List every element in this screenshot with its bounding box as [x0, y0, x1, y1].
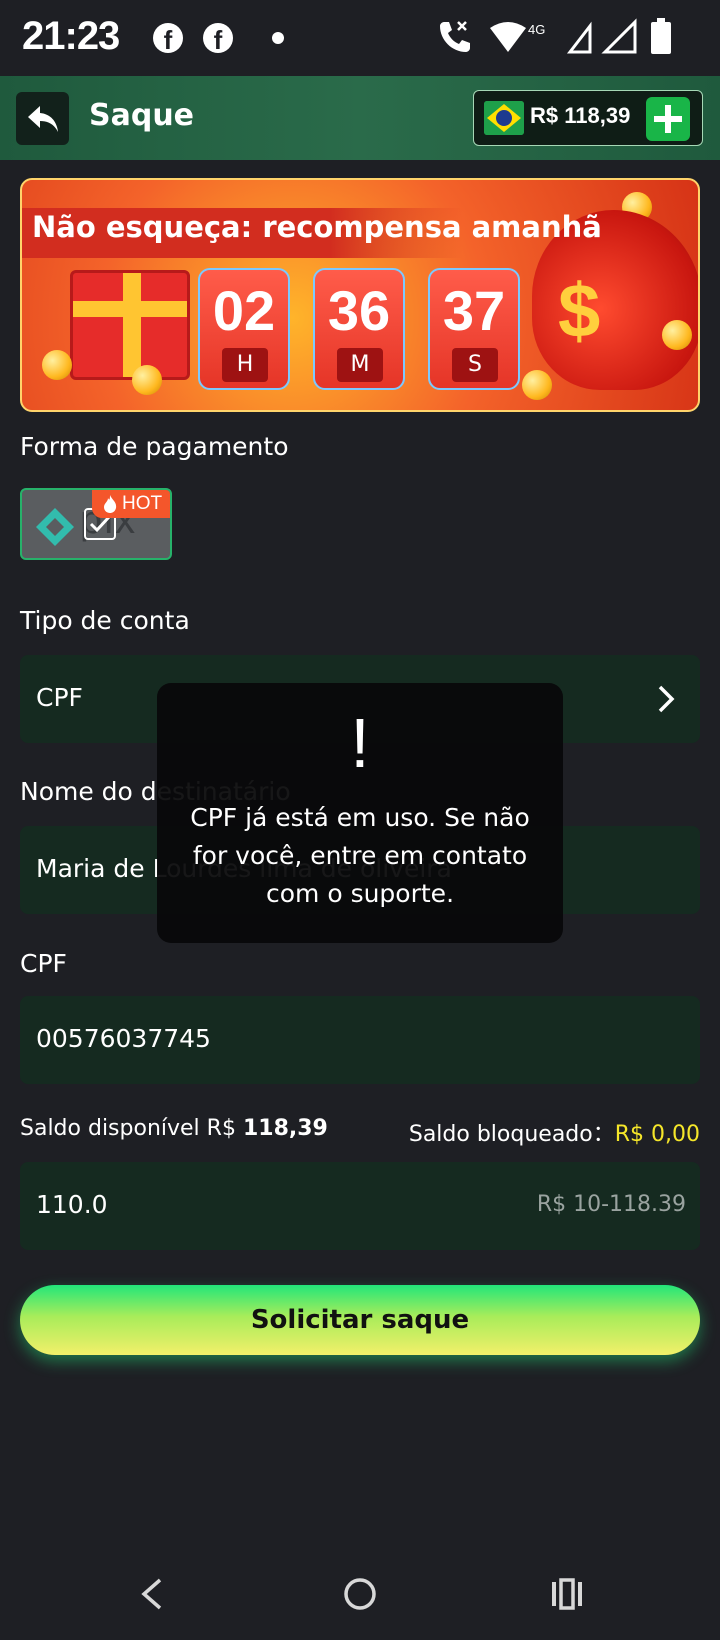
- nav-back-icon[interactable]: [138, 1576, 166, 1612]
- reward-banner[interactable]: $ Não esqueça: recompensa amanhã 02 H 36…: [20, 178, 700, 412]
- timer-hours: 02 H: [198, 268, 290, 390]
- pix-payment-option[interactable]: pix HOT: [20, 488, 172, 560]
- available-balance: Saldo disponível R$ 118,39: [20, 1116, 328, 1141]
- coin-icon: [132, 365, 162, 395]
- nav-home-icon[interactable]: [342, 1576, 378, 1612]
- status-bar: 21:23 f f 4G: [0, 0, 720, 76]
- coin-icon: [42, 350, 72, 380]
- back-button[interactable]: [16, 92, 69, 145]
- cpf-value: 00576037745: [36, 1024, 211, 1053]
- coin-icon: [662, 320, 692, 350]
- blocked-balance-value: R$ 0,00: [614, 1122, 700, 1147]
- wifi-icon: [490, 22, 526, 52]
- error-toast: ! CPF já está em uso. Se não for você, e…: [157, 683, 563, 943]
- page-title: Saque: [89, 98, 195, 133]
- hot-badge: HOT: [92, 490, 170, 518]
- balance-amount: R$ 118,39: [530, 103, 631, 128]
- amount-value: 110.0: [36, 1190, 108, 1219]
- exclamation-icon: !: [350, 704, 370, 782]
- toast-message: CPF já está em uso. Se não for você, ent…: [190, 803, 530, 908]
- balance-widget[interactable]: R$ 118,39: [473, 90, 703, 146]
- notification-dot-icon: [272, 32, 284, 44]
- system-nav-bar: [0, 1540, 720, 1640]
- blocked-balance: Saldo bloqueado：R$ 0,00: [408, 1122, 700, 1147]
- battery-icon: [651, 18, 671, 54]
- facebook-icon: f: [203, 23, 233, 53]
- amount-range-hint: R$ 10-118.39: [536, 1192, 686, 1217]
- account-type-label: Tipo de conta: [20, 606, 190, 635]
- deposit-plus-button[interactable]: [646, 97, 690, 141]
- gift-box-icon: [70, 270, 190, 380]
- chevron-right-icon: [658, 685, 675, 713]
- banner-title: Não esqueça: recompensa amanhã: [32, 210, 602, 244]
- timer-seconds: 37 S: [428, 268, 520, 390]
- account-type-value: CPF: [36, 683, 83, 712]
- status-icons: 4G: [440, 18, 671, 54]
- cpf-field[interactable]: 00576037745: [20, 996, 700, 1084]
- request-withdrawal-button[interactable]: Solicitar saque: [20, 1285, 700, 1355]
- coin-icon: [522, 370, 552, 400]
- plus-icon: [654, 105, 682, 133]
- payment-method-label: Forma de pagamento: [20, 432, 289, 461]
- brazil-flag-icon: [484, 101, 524, 135]
- flame-icon: [104, 495, 117, 513]
- nav-recents-icon[interactable]: [550, 1576, 584, 1612]
- signal-icon: [566, 21, 592, 54]
- timer-minutes: 36 M: [313, 268, 405, 390]
- amount-input[interactable]: 110.0 R$ 10-118.39: [20, 1162, 700, 1250]
- pix-icon: [36, 508, 74, 546]
- signal-icon: [601, 18, 637, 54]
- header: Saque R$ 118,39: [0, 76, 720, 160]
- network-label: 4G: [528, 22, 545, 37]
- wifi-call-icon: [440, 21, 470, 52]
- cpf-label: CPF: [20, 949, 67, 978]
- reply-arrow-icon: [28, 106, 58, 132]
- facebook-icon: f: [153, 23, 183, 53]
- status-time: 21:23: [22, 14, 120, 58]
